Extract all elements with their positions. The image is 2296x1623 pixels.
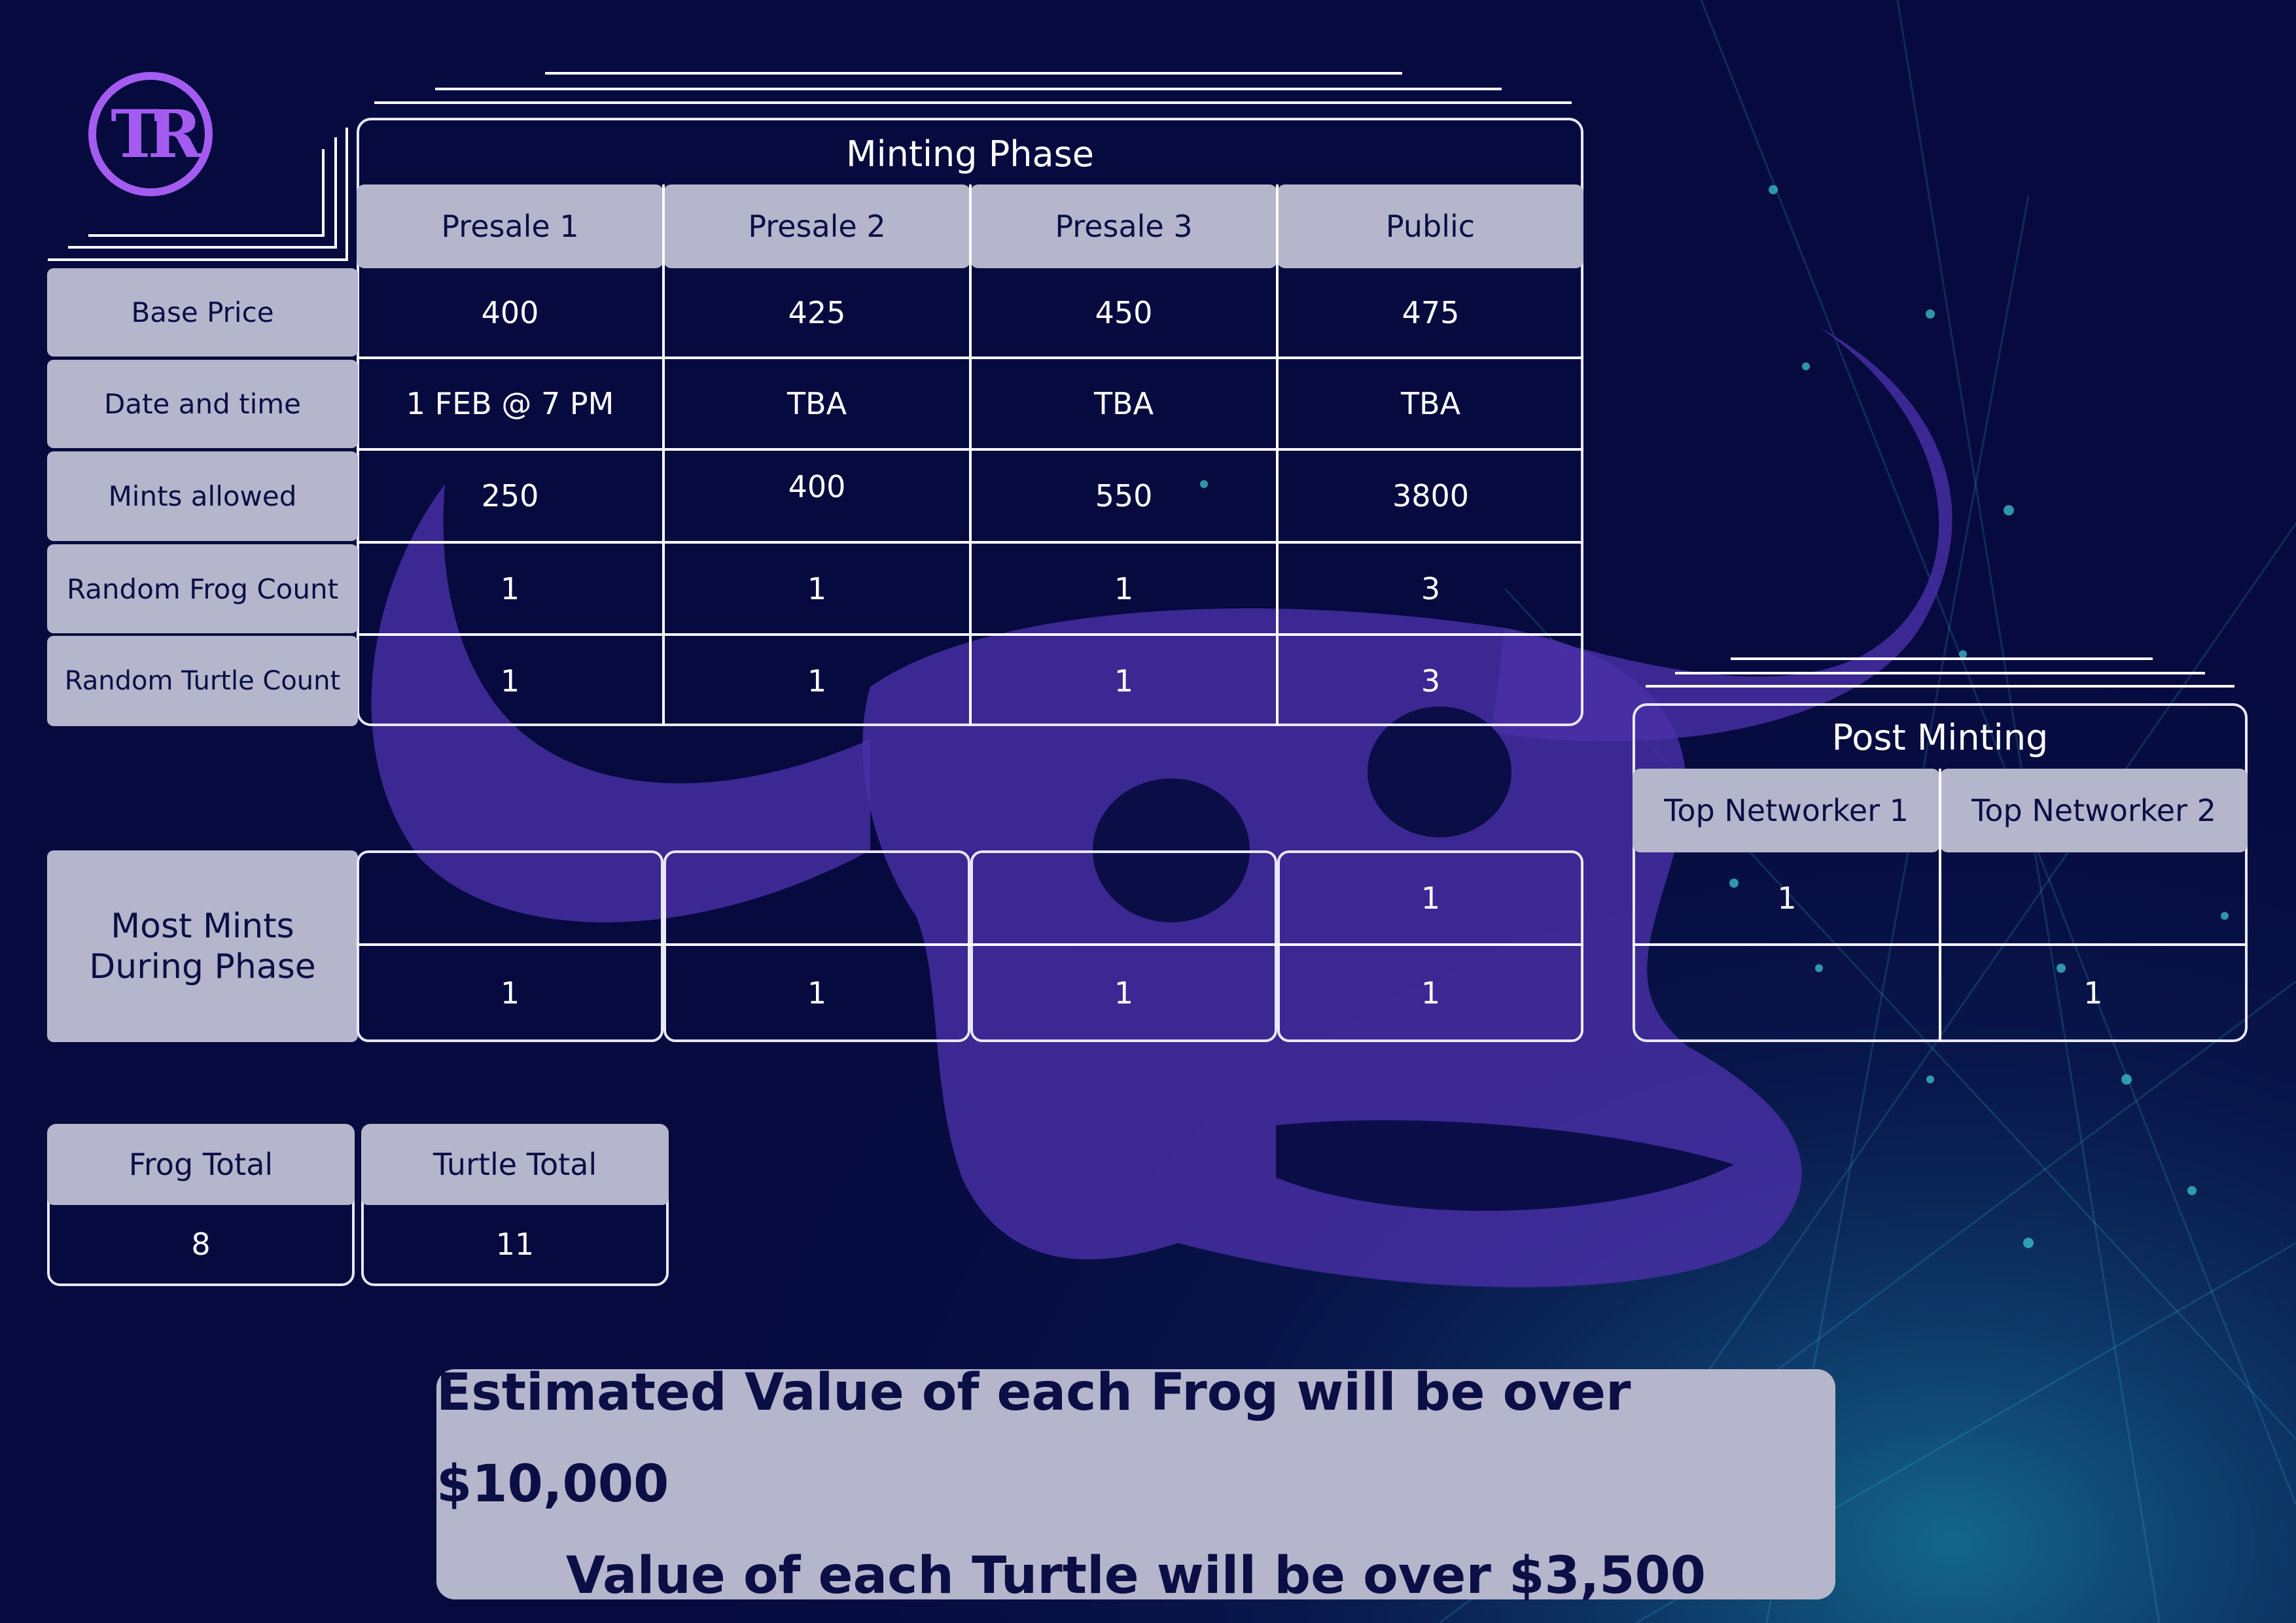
frog-total-label: Frog Total [47, 1124, 355, 1205]
post-minting-r2-networker-2: 1 [2083, 975, 2103, 1011]
cell-base-price-presale-2: 425 [788, 294, 846, 330]
cell-turtle-presale-2: 1 [807, 663, 827, 699]
row-label-frog-count: Random Frog Count [47, 544, 358, 633]
post-minting-r2-networker-1 [1635, 946, 1939, 1039]
row-label-date-time: Date and time [47, 360, 358, 448]
decor-line [374, 101, 1572, 104]
most-mints-r2-presale-2: 1 [807, 975, 827, 1011]
cell-turtle-presale-3: 1 [1114, 663, 1134, 699]
cell-frog-public: 3 [1421, 570, 1441, 606]
cell-base-price-public: 475 [1402, 294, 1460, 330]
column-header-presale-1: Presale 1 [357, 184, 663, 268]
most-mints-r1-presale-3 [972, 853, 1276, 943]
post-minting-r1-networker-1: 1 [1777, 880, 1797, 916]
row-label-turtle-count: Random Turtle Count [47, 636, 358, 726]
cell-frog-presale-3: 1 [1114, 570, 1134, 606]
decor-line [1731, 657, 2153, 660]
decor-line [48, 258, 347, 261]
frog-total-value: 8 [191, 1227, 211, 1262]
row-label-mints-allowed: Mints allowed [47, 451, 358, 541]
turtle-total-value: 11 [495, 1227, 535, 1262]
decor-line [545, 72, 1402, 75]
cell-date-presale-2: TBA [786, 386, 847, 421]
cell-mints-presale-3: 550 [1095, 478, 1153, 514]
cell-mints-presale-2: 400 [788, 469, 846, 504]
most-mints-r2-presale-3: 1 [1114, 975, 1134, 1011]
column-header-top-networker-2: Top Networker 2 [1940, 769, 2248, 852]
cell-turtle-presale-1: 1 [500, 663, 520, 699]
most-mints-r1-public: 1 [1421, 881, 1441, 916]
decor-line [68, 246, 336, 249]
cell-date-presale-3: TBA [1093, 386, 1154, 421]
decor-line [345, 128, 348, 261]
minting-phase-title: Minting Phase [846, 133, 1094, 175]
decor-line [334, 137, 337, 249]
logo-text: TR [111, 96, 202, 173]
value-banner: Estimated Value of each Frog will be ove… [436, 1363, 1835, 1605]
most-mints-label: Most Mints During Phase [47, 850, 358, 1042]
cell-base-price-presale-3: 450 [1095, 294, 1153, 330]
column-header-presale-2: Presale 2 [663, 184, 970, 268]
decor-line [435, 88, 1502, 90]
cell-date-public: TBA [1400, 386, 1461, 421]
cell-turtle-public: 3 [1421, 663, 1441, 699]
cell-frog-presale-2: 1 [807, 570, 827, 606]
column-header-presale-3: Presale 3 [970, 184, 1277, 268]
column-header-top-networker-1: Top Networker 1 [1633, 769, 1940, 852]
row-label-base-price: Base Price [47, 268, 358, 357]
cell-mints-public: 3800 [1392, 478, 1470, 514]
most-mints-r1-presale-1 [358, 853, 662, 943]
post-minting-title: Post Minting [1831, 717, 2049, 758]
cell-date-presale-1: 1 FEB @ 7 PM [406, 386, 614, 421]
turtle-total-label: Turtle Total [361, 1124, 669, 1205]
cell-base-price-presale-1: 400 [481, 294, 539, 330]
logo: TR [88, 72, 213, 196]
decor-line [1675, 672, 2205, 674]
most-mints-r2-presale-1: 1 [500, 975, 520, 1011]
most-mints-r2-public: 1 [1421, 975, 1441, 1011]
cell-mints-presale-1: 250 [481, 478, 539, 514]
decor-line [1646, 685, 2234, 688]
cell-frog-presale-1: 1 [500, 570, 520, 606]
post-minting-r1-networker-2 [1941, 852, 2245, 943]
column-header-public: Public [1277, 184, 1583, 268]
most-mints-r1-presale-2 [665, 853, 969, 943]
decor-line [322, 149, 325, 237]
banner-line-frog: Estimated Value of each Frog will be ove… [436, 1363, 1631, 1514]
banner-line-turtle: Value of each Turtle will be over $3,500 [565, 1546, 1706, 1605]
decor-line [88, 234, 324, 237]
